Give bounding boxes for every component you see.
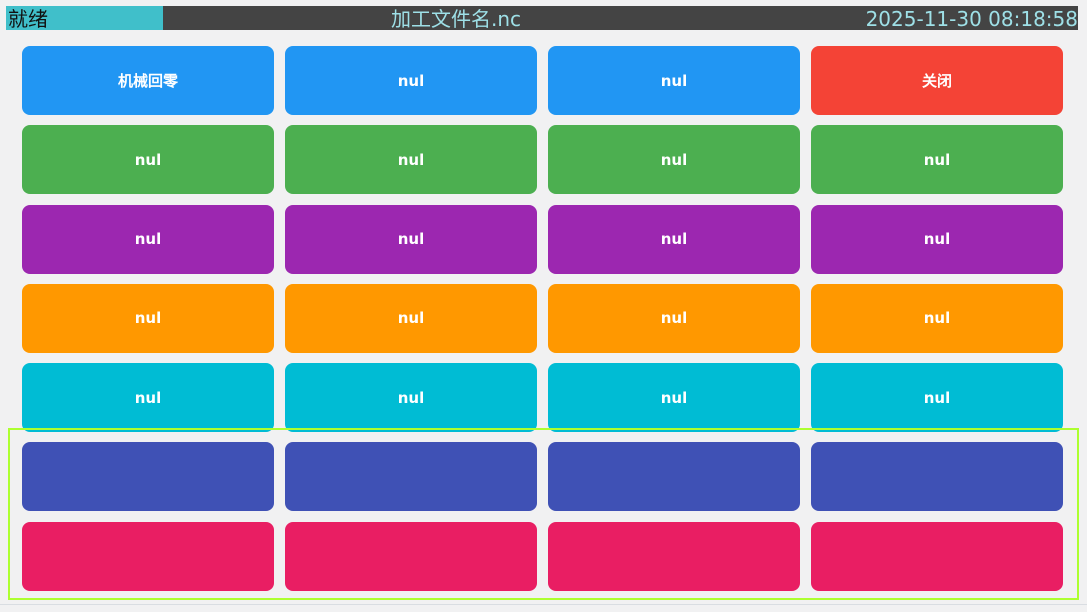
close-button[interactable]: 关闭 [811,46,1063,115]
grid-button-r4-c3[interactable]: nul [548,283,800,353]
grid-button-r6-c2[interactable] [285,442,537,512]
grid-button-r6-c4[interactable] [811,442,1063,512]
grid-button-r2-c3[interactable]: nul [548,125,800,195]
grid-button-r3-c2[interactable]: nul [285,204,537,274]
grid-button-r7-c3[interactable] [548,521,800,591]
button-grid: 机械回零 nul nul 关闭 nul nul nul nul nul nul … [22,46,1063,591]
file-name: 加工文件名.nc [390,7,522,31]
grid-button-r5-c1[interactable]: nul [22,363,274,433]
grid-button-r2-c1[interactable]: nul [22,125,274,195]
grid-button-r4-c1[interactable]: nul [22,283,274,353]
grid-button-r7-c4[interactable] [811,521,1063,591]
grid-button-r2-c4[interactable]: nul [811,125,1063,195]
grid-button-r3-c3[interactable]: nul [548,204,800,274]
grid-button-r1-c2[interactable]: nul [285,46,537,115]
grid-button-r3-c1[interactable]: nul [22,204,274,274]
grid-button-r5-c4[interactable]: nul [811,363,1063,433]
grid-button-r6-c1[interactable] [22,442,274,512]
grid-button-r2-c2[interactable]: nul [285,125,537,195]
status-bar: 就绪 加工文件名.nc 2025-11-30 08:18:58 [6,6,1078,31]
grid-button-r4-c4[interactable]: nul [811,283,1063,353]
grid-button-r7-c1[interactable] [22,521,274,591]
bottom-divider [0,604,1087,605]
grid-button-r7-c2[interactable] [285,521,537,591]
grid-button-r6-c3[interactable] [548,442,800,512]
status-text: 就绪 [8,7,48,31]
machine-home-button[interactable]: 机械回零 [22,46,274,115]
grid-button-r5-c2[interactable]: nul [285,363,537,433]
grid-button-r3-c4[interactable]: nul [811,204,1063,274]
datetime: 2025-11-30 08:18:58 [865,7,1078,31]
grid-button-r1-c3[interactable]: nul [548,46,800,115]
grid-button-r5-c3[interactable]: nul [548,363,800,433]
grid-button-r4-c2[interactable]: nul [285,283,537,353]
